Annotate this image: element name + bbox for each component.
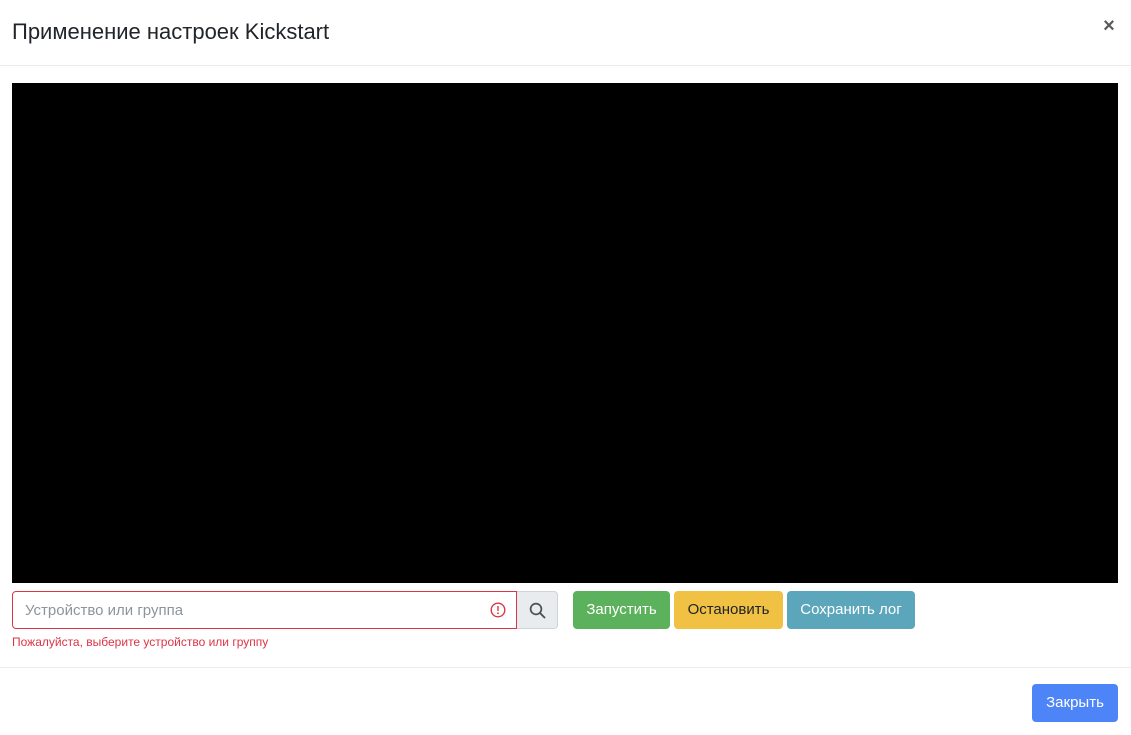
kickstart-modal: Применение настроек Kickstart × Зап — [0, 0, 1131, 735]
device-input-group — [12, 591, 517, 629]
close-button[interactable]: Закрыть — [1032, 684, 1118, 722]
invalid-feedback: Пожалуйста, выберите устройство или груп… — [12, 635, 269, 649]
search-button[interactable] — [517, 591, 558, 629]
device-input[interactable] — [13, 592, 483, 628]
close-icon[interactable]: × — [1101, 14, 1117, 38]
modal-footer: Закрыть — [0, 667, 1131, 735]
modal-header: Применение настроек Kickstart × — [0, 0, 1131, 66]
save-log-button[interactable]: Сохранить лог — [787, 591, 915, 629]
stop-button[interactable]: Остановить — [674, 591, 783, 629]
start-button[interactable]: Запустить — [573, 591, 670, 629]
terminal-output[interactable] — [12, 83, 1118, 583]
exclamation-circle-icon — [490, 602, 506, 618]
modal-title: Применение настроек Kickstart — [12, 19, 330, 44]
